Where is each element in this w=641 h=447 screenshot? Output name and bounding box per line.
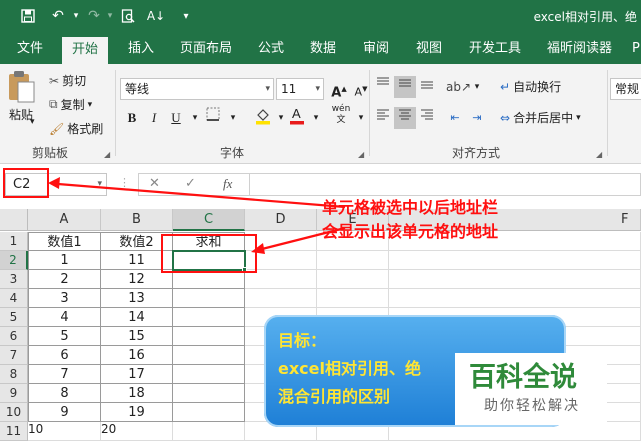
arrowhead-icon [251,243,265,254]
goal-line-3: 混合引用的区别 [278,387,391,406]
name-box-highlight [3,168,49,198]
watermark-subtitle: 助你轻松解决 [484,398,580,414]
annotation-callout: 单元格被选中以后地址栏 会显示出该单元格的地址 [322,196,602,244]
goal-line-2: excel相对引用、绝 [278,359,421,378]
goal-heading: 目标： [278,331,327,350]
annotation-line-1: 单元格被选中以后地址栏 [322,198,499,217]
annotation-line-2: 会显示出该单元格的地址 [322,222,499,241]
arrow-to-name-box [57,182,346,209]
cell-highlight [161,234,257,273]
watermark: 百科全说 助你轻松解决 [455,353,607,425]
watermark-title: 百科全说 [469,362,577,393]
arrowhead-icon [48,177,60,189]
